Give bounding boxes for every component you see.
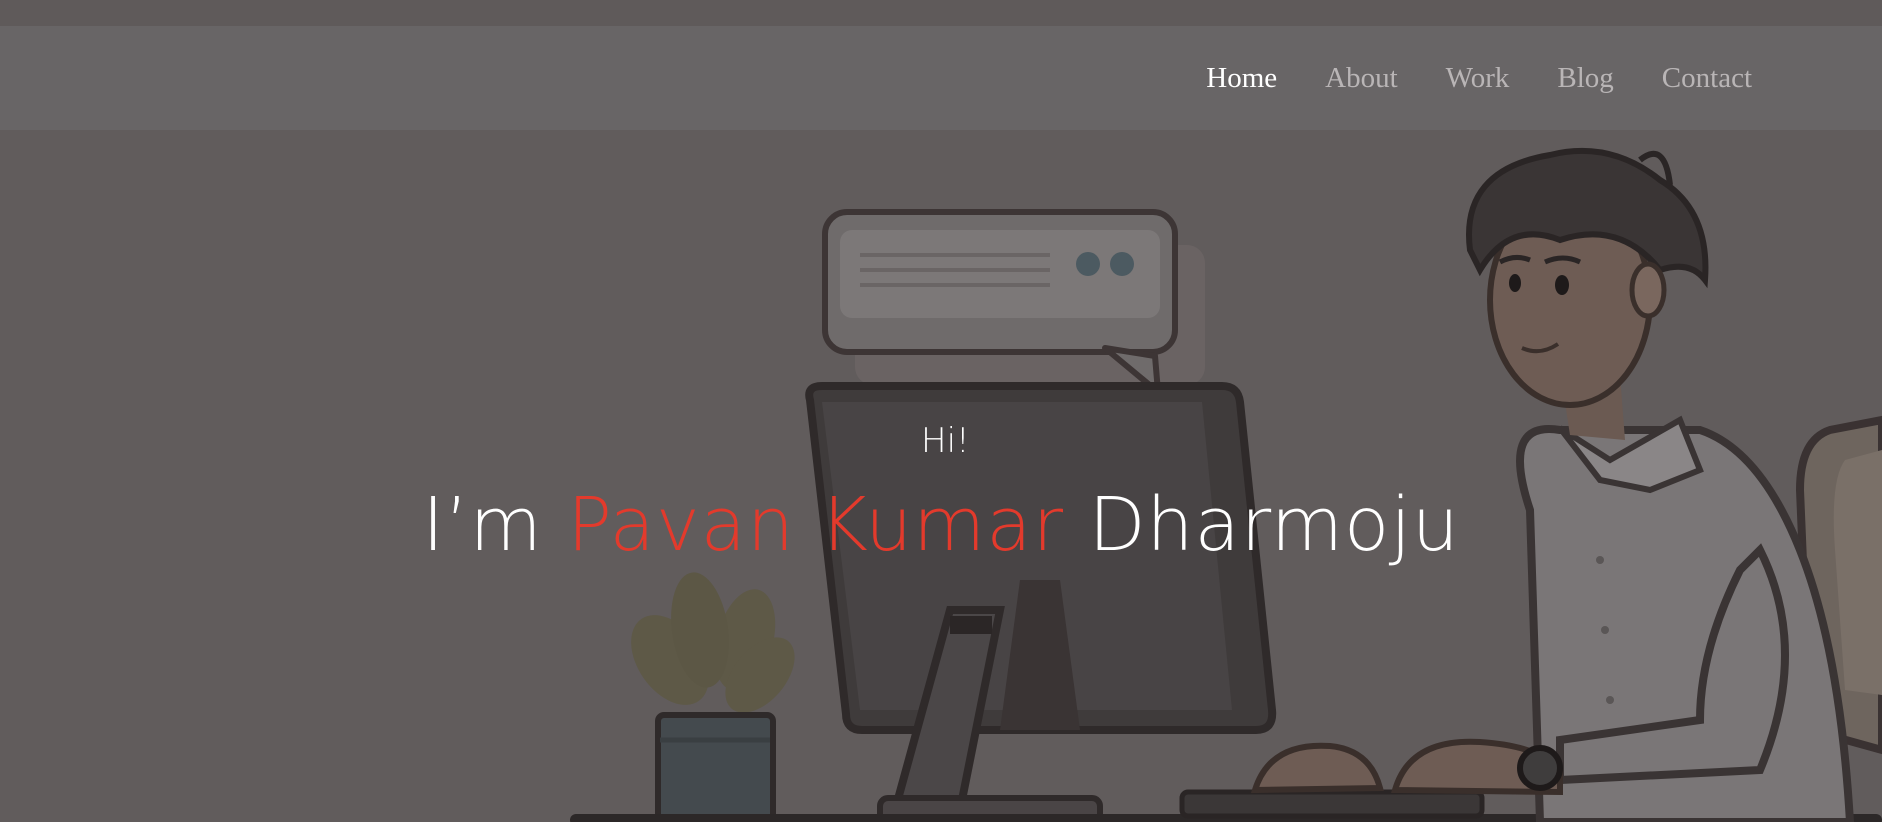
nav-link-home[interactable]: Home — [1206, 62, 1277, 94]
keyboard-illustration — [1179, 789, 1485, 819]
nav-menu: Home About Work Blog Contact — [1206, 26, 1752, 130]
nav-link-blog[interactable]: Blog — [1557, 62, 1613, 94]
top-strip — [0, 0, 1882, 26]
plant-illustration — [631, 572, 795, 822]
speech-bubble-icon — [822, 209, 1205, 395]
nav-link-contact[interactable]: Contact — [1662, 62, 1752, 94]
page: Home About Work Blog Contact Hi! I’m Pav… — [0, 0, 1882, 822]
monitor-illustration — [805, 382, 1277, 822]
nav-link-work[interactable]: Work — [1446, 62, 1510, 94]
navbar: Home About Work Blog Contact — [0, 26, 1882, 130]
nav-link-about[interactable]: About — [1325, 62, 1398, 94]
person-illustration — [1250, 147, 1855, 822]
developer-at-desk-illustration — [570, 147, 1882, 822]
